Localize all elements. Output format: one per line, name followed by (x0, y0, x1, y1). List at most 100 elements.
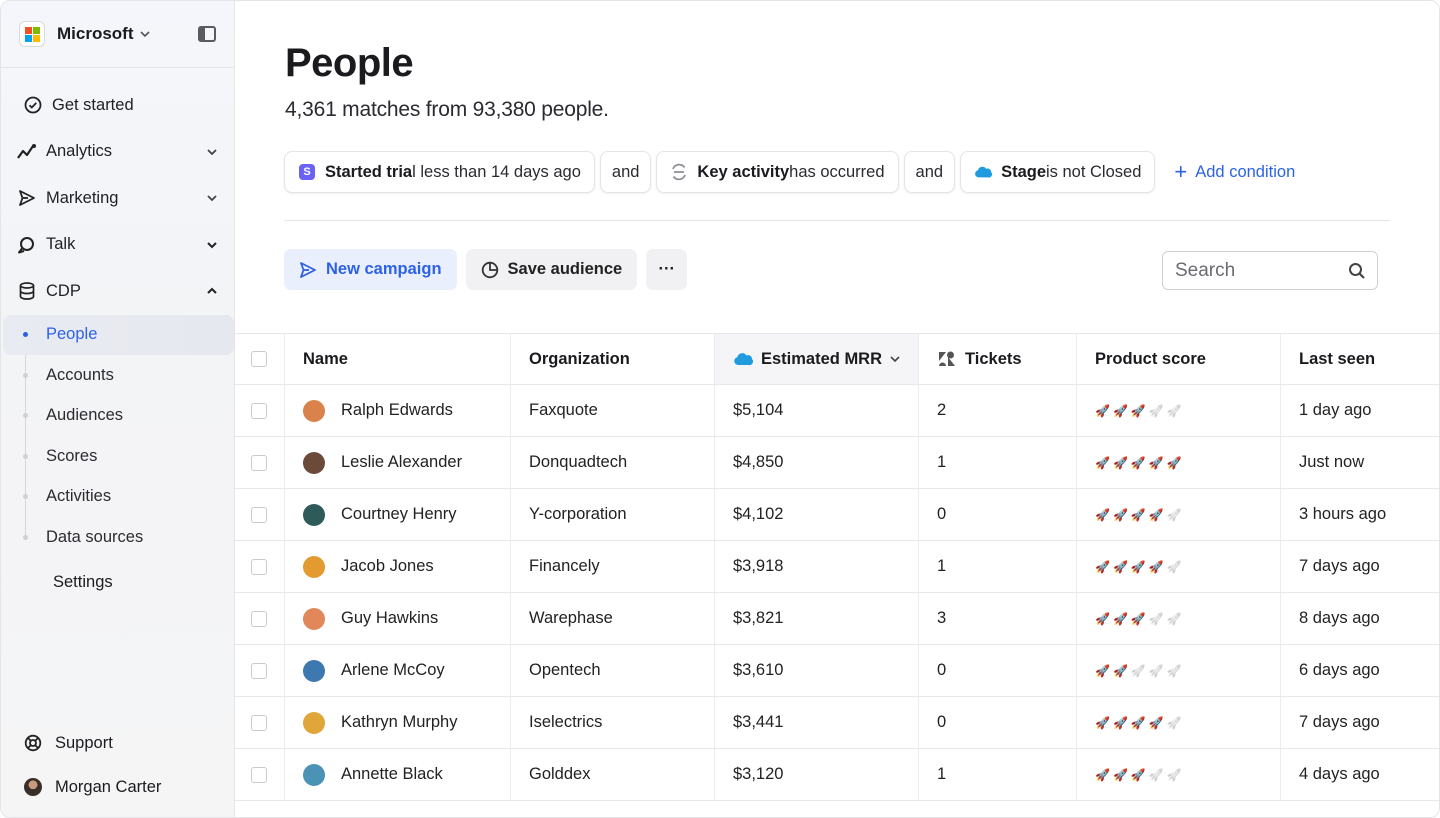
table-row[interactable]: Jacob Jones Financely $3,918 1 🚀🚀🚀🚀🚀 7 days a… (235, 541, 1439, 593)
sidebar-item-accounts[interactable]: Accounts (1, 355, 234, 396)
rocket-icon: 🚀 (1112, 715, 1131, 730)
column-header-organization[interactable]: Organization (511, 334, 715, 384)
new-campaign-button[interactable]: New campaign (284, 249, 457, 290)
product-score-cell: 🚀🚀🚀🚀🚀 (1077, 489, 1281, 540)
table-row[interactable]: Ralph Edwards Faxquote $5,104 2 🚀🚀🚀🚀🚀 1 day a… (235, 385, 1439, 437)
sidebar-item-audiences[interactable]: Audiences (1, 396, 234, 437)
filter-condition-started-trial[interactable]: S Started tria l less than 14 days ago (284, 151, 595, 193)
person-name[interactable]: Courtney Henry (341, 505, 457, 524)
row-checkbox[interactable] (251, 714, 267, 731)
rocket-rating: 🚀🚀🚀🚀🚀 (1095, 664, 1185, 678)
search-box[interactable] (1162, 251, 1378, 290)
rocket-icon: 🚀 (1148, 663, 1167, 678)
filter-operator-and[interactable]: and (599, 151, 652, 193)
button-label: Save audience (507, 260, 623, 278)
page-title: People (285, 41, 414, 85)
row-checkbox[interactable] (251, 766, 267, 783)
row-checkbox[interactable] (251, 662, 267, 679)
person-name[interactable]: Guy Hawkins (341, 609, 438, 628)
row-checkbox[interactable] (251, 402, 267, 419)
sidebar-item-marketing[interactable]: Marketing (1, 175, 234, 222)
search-input[interactable] (1175, 259, 1348, 282)
sidebar-item-label: Talk (46, 235, 76, 254)
product-score-cell: 🚀🚀🚀🚀🚀 (1077, 437, 1281, 488)
sidebar-item-data-sources[interactable]: Data sources (1, 517, 234, 558)
rocket-icon: 🚀 (1166, 611, 1185, 626)
organization-cell: Iselectrics (511, 697, 715, 748)
table-row[interactable]: Guy Hawkins Warephase $3,821 3 🚀🚀🚀🚀🚀 8 days a… (235, 593, 1439, 645)
rocket-icon: 🚀 (1166, 455, 1185, 470)
select-all-checkbox[interactable] (251, 351, 267, 367)
chevron-down-icon (207, 195, 217, 202)
rocket-rating: 🚀🚀🚀🚀🚀 (1095, 560, 1185, 574)
column-header-product-score[interactable]: Product score (1077, 334, 1281, 384)
rocket-icon: 🚀 (1166, 559, 1185, 574)
filter-operator-and[interactable]: and (903, 151, 956, 193)
table-row[interactable]: Leslie Alexander Donquadtech $4,850 1 🚀🚀🚀🚀🚀 J… (235, 437, 1439, 489)
person-name[interactable]: Ralph Edwards (341, 401, 453, 420)
sidebar-item-people[interactable]: People (3, 314, 234, 355)
rocket-icon: 🚀 (1095, 507, 1113, 522)
row-checkbox[interactable] (251, 610, 267, 627)
rocket-icon: 🚀 (1130, 767, 1149, 782)
workspace-switcher[interactable]: Microsoft (1, 1, 234, 68)
save-audience-button[interactable]: Save audience (465, 249, 638, 290)
person-name[interactable]: Kathryn Murphy (341, 713, 457, 732)
rocket-rating: 🚀🚀🚀🚀🚀 (1095, 404, 1185, 418)
table-row[interactable]: Annette Black Golddex $3,120 1 🚀🚀🚀🚀🚀 4 days a… (235, 749, 1439, 801)
action-toolbar: New campaign Save audience ··· (284, 249, 688, 290)
last-seen-cell: 7 days ago (1299, 557, 1380, 575)
sidebar-item-activities[interactable]: Activities (1, 477, 234, 518)
sidebar-toggle-icon[interactable] (198, 26, 216, 42)
column-header-last-seen[interactable]: Last seen (1281, 334, 1439, 384)
chat-icon (17, 235, 37, 255)
person-name[interactable]: Annette Black (341, 765, 443, 784)
sidebar-item-label: Support (55, 733, 113, 752)
person-name[interactable]: Arlene McCoy (341, 661, 445, 680)
sidebar-item-get-started[interactable]: Get started (1, 82, 234, 129)
salesforce-cloud-icon (733, 351, 753, 367)
sidebar-item-cdp[interactable]: CDP (1, 268, 234, 315)
person-name[interactable]: Jacob Jones (341, 557, 434, 576)
sidebar-item-settings[interactable]: Settings (1, 560, 234, 606)
mrr-cell: $3,120 (715, 749, 919, 800)
more-options-button[interactable]: ··· (646, 249, 688, 290)
column-header-tickets[interactable]: Tickets (919, 334, 1077, 384)
organization-cell: Donquadtech (511, 437, 715, 488)
rocket-rating: 🚀🚀🚀🚀🚀 (1095, 456, 1185, 470)
avatar (303, 399, 325, 422)
sidebar-item-analytics[interactable]: Analytics (1, 129, 234, 176)
people-table: Name Organization Estimated MRR Tickets … (235, 333, 1439, 801)
avatar (24, 778, 42, 796)
tickets-cell: 0 (919, 489, 1077, 540)
filter-condition-stage[interactable]: Stage is not Closed (960, 151, 1156, 193)
table-row[interactable]: Arlene McCoy Opentech $3,610 0 🚀🚀🚀🚀🚀 6 days a… (235, 645, 1439, 697)
column-header-estimated-mrr[interactable]: Estimated MRR (715, 334, 919, 384)
search-icon[interactable] (1348, 262, 1366, 280)
add-condition-button[interactable]: + Add condition (1174, 161, 1295, 183)
last-seen-cell: 8 days ago (1299, 609, 1380, 627)
sidebar-footer: Support Morgan Carter (1, 721, 234, 809)
sidebar-item-scores[interactable]: Scores (1, 436, 234, 477)
filter-condition-key-activity[interactable]: Key activity has occurred (656, 151, 899, 193)
person-name[interactable]: Leslie Alexander (341, 453, 462, 472)
sidebar-item-support[interactable]: Support (1, 721, 234, 765)
table-row[interactable]: Kathryn Murphy Iselectrics $3,441 0 🚀🚀🚀🚀🚀 7 d… (235, 697, 1439, 749)
column-header-name[interactable]: Name (285, 334, 511, 384)
row-checkbox[interactable] (251, 454, 267, 471)
user-profile[interactable]: Morgan Carter (1, 765, 234, 809)
salesforce-cloud-icon (974, 163, 993, 181)
rocket-icon: 🚀 (1112, 507, 1131, 522)
database-icon (17, 281, 37, 301)
match-count: 4,361 matches from 93,380 people. (285, 98, 609, 121)
row-checkbox[interactable] (251, 506, 267, 523)
table-row[interactable]: Courtney Henry Y-corporation $4,102 0 🚀🚀🚀🚀🚀 3… (235, 489, 1439, 541)
sidebar-item-label: Marketing (46, 188, 119, 207)
tickets-cell: 1 (919, 437, 1077, 488)
row-checkbox[interactable] (251, 558, 267, 575)
rocket-rating: 🚀🚀🚀🚀🚀 (1095, 612, 1185, 626)
chevron-up-icon (207, 287, 217, 294)
product-score-cell: 🚀🚀🚀🚀🚀 (1077, 697, 1281, 748)
button-label: New campaign (326, 260, 442, 278)
sidebar-item-talk[interactable]: Talk (1, 222, 234, 269)
